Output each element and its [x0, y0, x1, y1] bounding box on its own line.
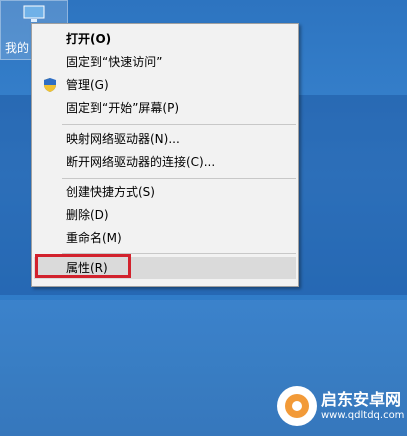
menu-item-label: 删除(D) [66, 208, 109, 222]
watermark-logo [277, 386, 317, 426]
menu-item-label: 创建快捷方式(S) [66, 185, 155, 199]
menu-item-label: 固定到“快速访问” [66, 55, 163, 69]
menu-item-label: 重命名(M) [66, 231, 122, 245]
menu-item-create-shortcut[interactable]: 创建快捷方式(S) [34, 181, 296, 203]
menu-item-rename[interactable]: 重命名(M) [34, 227, 296, 249]
shield-icon [44, 78, 56, 92]
watermark-url: www.qdltdq.com [321, 410, 405, 421]
watermark: 启东安卓网 www.qdltdq.com [277, 384, 404, 430]
menu-item-manage[interactable]: 管理(G) [34, 74, 296, 96]
this-pc-icon [23, 5, 45, 22]
menu-item-pin-start[interactable]: 固定到“开始”屏幕(P) [34, 97, 296, 119]
menu-item-map-network-drive[interactable]: 映射网络驱动器(N)... [34, 128, 296, 150]
context-menu: 打开(O) 固定到“快速访问” 管理(G) 固定到“开始”屏幕(P) 映射网络驱… [31, 23, 299, 287]
menu-item-label: 映射网络驱动器(N)... [66, 132, 180, 146]
menu-item-disconnect-network-drive[interactable]: 断开网络驱动器的连接(C)... [34, 151, 296, 173]
menu-item-label: 管理(G) [66, 78, 109, 92]
menu-item-pin-quick-access[interactable]: 固定到“快速访问” [34, 51, 296, 73]
menu-item-label: 固定到“开始”屏幕(P) [66, 101, 180, 115]
watermark-name: 启东安卓网 [321, 390, 402, 409]
menu-separator [62, 124, 296, 125]
menu-item-open[interactable]: 打开(O) [34, 28, 296, 50]
menu-item-delete[interactable]: 删除(D) [34, 204, 296, 226]
menu-item-label: 打开(O) [66, 32, 112, 46]
annotation-highlight-box [35, 254, 131, 278]
menu-separator [62, 178, 296, 179]
menu-item-label: 断开网络驱动器的连接(C)... [66, 155, 216, 169]
desktop-icon-label: 我的 [5, 41, 30, 55]
